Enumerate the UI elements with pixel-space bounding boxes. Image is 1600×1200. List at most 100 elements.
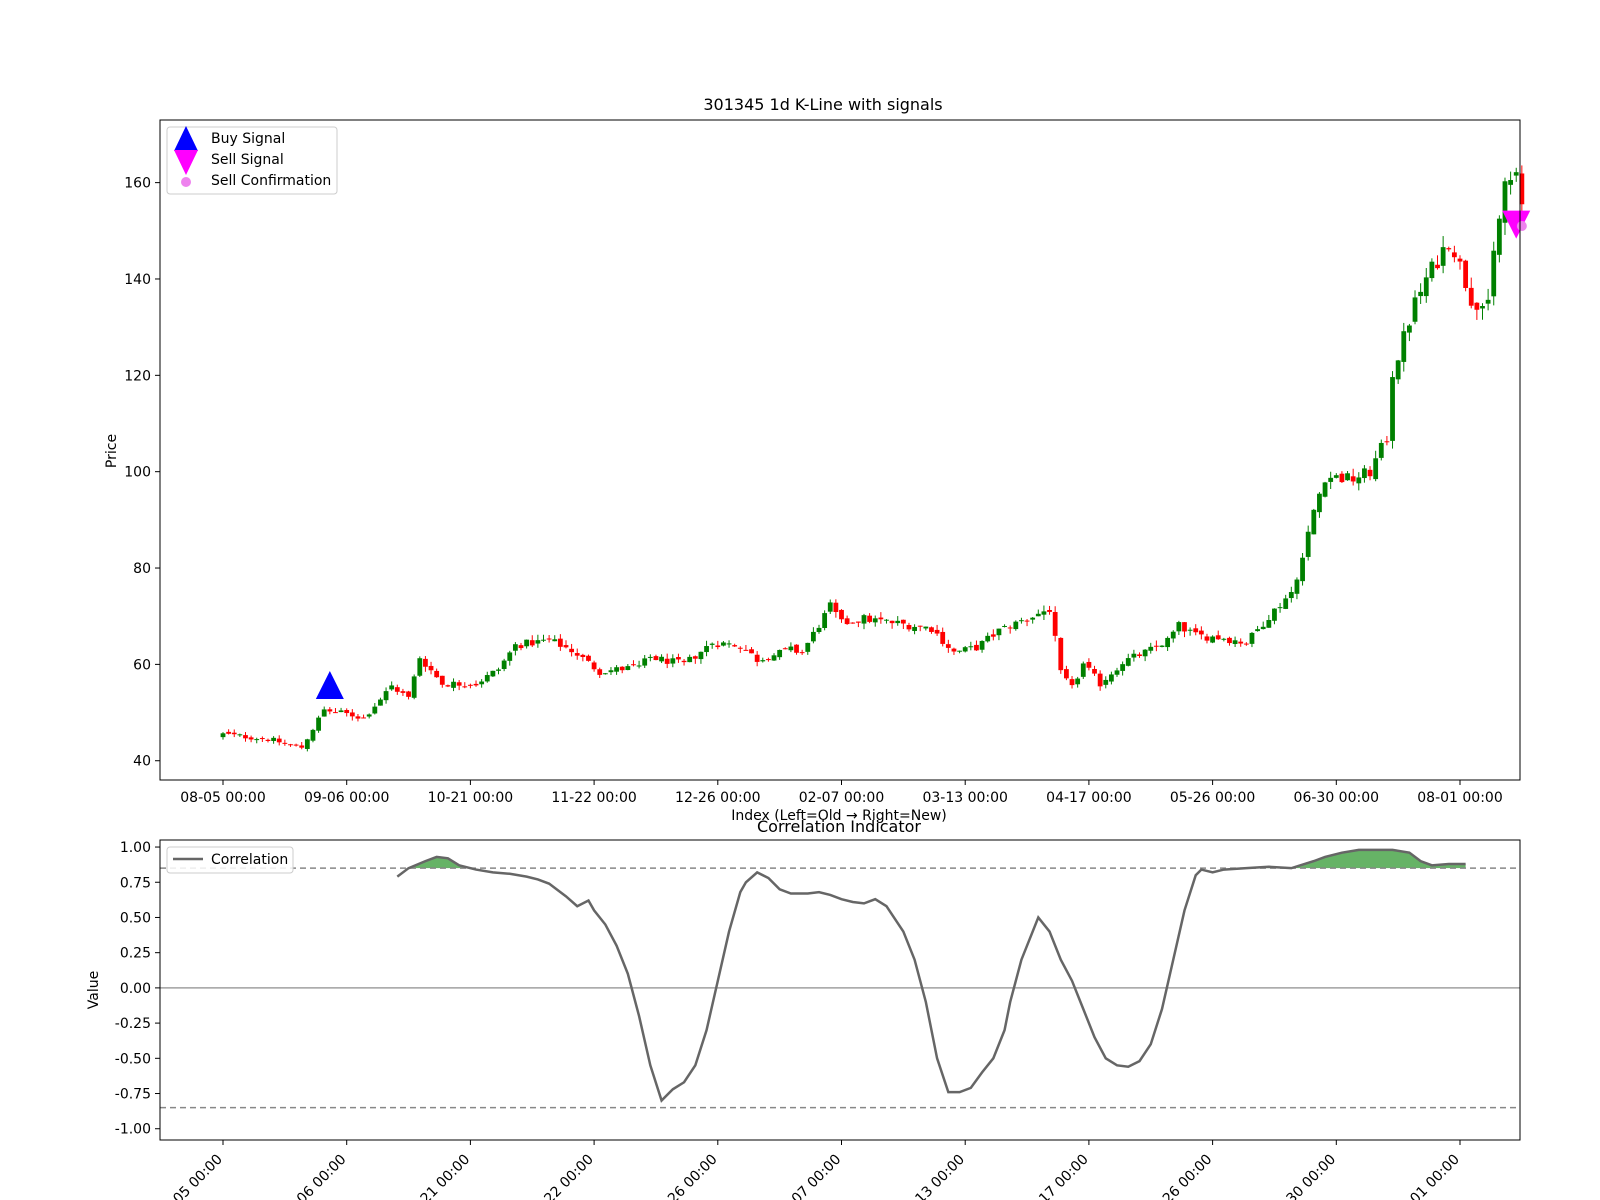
candle-body <box>411 676 417 698</box>
candle-body <box>563 645 569 648</box>
candle-body <box>372 706 378 714</box>
candle-body <box>1496 218 1502 255</box>
candle-body <box>439 675 445 685</box>
candle-body <box>1142 649 1148 657</box>
candle-body <box>1283 598 1289 609</box>
candle-body <box>659 656 664 662</box>
candle-body <box>529 640 535 646</box>
candle-body <box>1468 287 1474 306</box>
correlation-y-axis-label: Value <box>86 971 102 1009</box>
candle-body <box>889 620 895 624</box>
candle-body <box>1030 617 1036 620</box>
legend-label-correlation: Correlation <box>211 852 288 868</box>
candle-body <box>265 739 271 741</box>
candle-body <box>434 670 440 678</box>
candle-body <box>1215 635 1221 640</box>
candle-body <box>1069 679 1075 686</box>
candle-body <box>625 666 631 671</box>
candle-body <box>580 654 586 658</box>
candle-body <box>631 664 636 666</box>
candle-body <box>428 665 434 671</box>
candle-body <box>805 642 811 652</box>
x-tick-label: 08-05 00:00 <box>180 790 265 806</box>
y-tick-label: -0.75 <box>115 1087 151 1103</box>
candle-body <box>344 710 350 714</box>
candle-body <box>1232 640 1238 645</box>
candle-body <box>957 650 962 652</box>
candle-body <box>321 709 327 717</box>
candle-body <box>681 660 687 663</box>
candle-body <box>293 744 299 746</box>
candle-body <box>1013 621 1019 630</box>
candle-body <box>316 717 321 731</box>
candle-body <box>1266 620 1272 628</box>
candle-body <box>636 665 642 667</box>
candle-body <box>1339 473 1345 483</box>
x-tick-label: 11-22 00:00 <box>525 1152 597 1200</box>
candle-body <box>912 626 917 631</box>
candle-body <box>338 710 344 713</box>
candle-body <box>726 643 732 645</box>
candle-body <box>1423 277 1429 297</box>
candle-body <box>1378 442 1384 458</box>
candle-body <box>394 687 400 692</box>
candle-body <box>1221 638 1227 640</box>
candle-body <box>900 619 906 624</box>
candle-body <box>839 609 844 620</box>
candle-body <box>917 625 923 627</box>
candle-body <box>788 646 794 651</box>
legend-label-buy-signal: Buy Signal <box>211 131 285 147</box>
candle-body <box>524 639 530 647</box>
y-tick-label: 140 <box>124 272 151 288</box>
candle-body <box>1148 646 1154 651</box>
candle-body <box>310 729 316 741</box>
candle-body <box>1176 622 1182 632</box>
candle-body <box>1288 592 1294 599</box>
candle-body <box>619 666 625 671</box>
candle-body <box>962 647 968 652</box>
candle-body <box>518 645 524 649</box>
candle-body <box>1429 261 1435 279</box>
candle-body <box>945 644 951 648</box>
candle-body <box>254 739 260 741</box>
candle-body <box>602 673 608 675</box>
x-tick-label: 05-26 00:00 <box>1170 790 1255 806</box>
candle-body <box>1002 625 1007 627</box>
candle-body <box>777 649 783 658</box>
candle-body <box>1395 360 1401 380</box>
candle-body <box>1463 260 1469 288</box>
candle-body <box>1019 620 1024 622</box>
candle-body <box>1120 664 1126 671</box>
candle-body <box>664 658 670 664</box>
candle-body <box>810 631 816 642</box>
candle-body <box>1159 645 1165 647</box>
candle-body <box>1052 612 1058 636</box>
candle-body <box>771 655 777 661</box>
candle-body <box>417 658 423 676</box>
x-tick-label: 02-07 00:00 <box>799 790 884 806</box>
kline-y-axis-label: Price <box>104 434 120 468</box>
candle-body <box>366 714 372 717</box>
candle-body <box>1356 477 1362 484</box>
candle-body <box>1457 258 1463 262</box>
candle-body <box>1064 669 1069 679</box>
candle-body <box>1092 669 1097 674</box>
candle-body <box>1440 247 1446 266</box>
candle-body <box>1193 628 1199 633</box>
x-tick-label: 03-13 00:00 <box>922 790 1007 806</box>
correlation-x-axis: 08-05 00:00 09-06 00:00 10-21 00:00 11-22 0… <box>154 1140 1463 1200</box>
candle-body <box>1097 673 1103 687</box>
candle-body <box>355 716 361 719</box>
candle-body <box>799 652 805 654</box>
candle-body <box>878 617 884 620</box>
y-tick-label: -0.50 <box>115 1051 151 1067</box>
candle-body <box>389 685 395 690</box>
candle-body <box>1058 637 1064 671</box>
candle-body <box>1024 620 1030 622</box>
sell-confirmation-marker <box>1516 220 1527 231</box>
candle-body <box>687 656 693 663</box>
candle-body <box>968 646 974 648</box>
candle-body <box>1131 653 1137 658</box>
candle-body <box>647 656 653 658</box>
x-tick-label: 12-26 00:00 <box>649 1152 721 1200</box>
